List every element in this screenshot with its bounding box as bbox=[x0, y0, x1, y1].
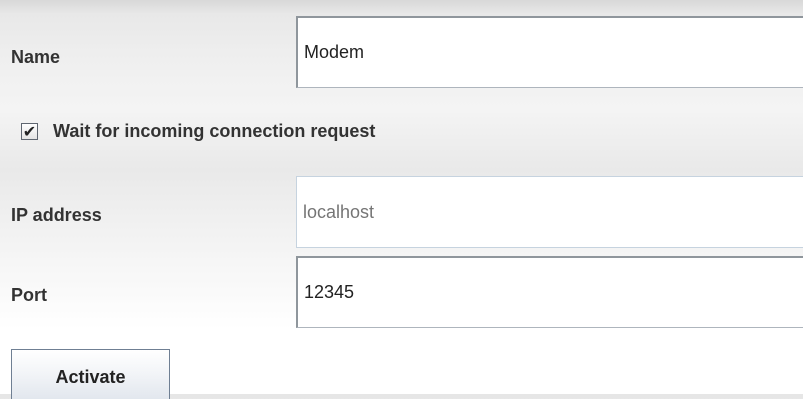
port-input[interactable] bbox=[296, 256, 803, 328]
name-label: Name bbox=[11, 47, 61, 67]
ip-address-input[interactable] bbox=[296, 176, 803, 248]
ip-address-label: IP address bbox=[11, 205, 102, 225]
connection-settings-panel: Name ✔ Wait for incoming connection requ… bbox=[0, 0, 803, 399]
name-input[interactable] bbox=[296, 16, 803, 88]
port-label: Port bbox=[11, 285, 47, 305]
top-divider bbox=[0, 0, 803, 14]
wait-connection-row[interactable]: ✔ Wait for incoming connection request bbox=[0, 100, 803, 166]
wait-connection-checkbox[interactable]: ✔ bbox=[21, 123, 38, 140]
activate-button[interactable]: Activate bbox=[11, 349, 170, 399]
wait-connection-label[interactable]: Wait for incoming connection request bbox=[53, 121, 375, 142]
